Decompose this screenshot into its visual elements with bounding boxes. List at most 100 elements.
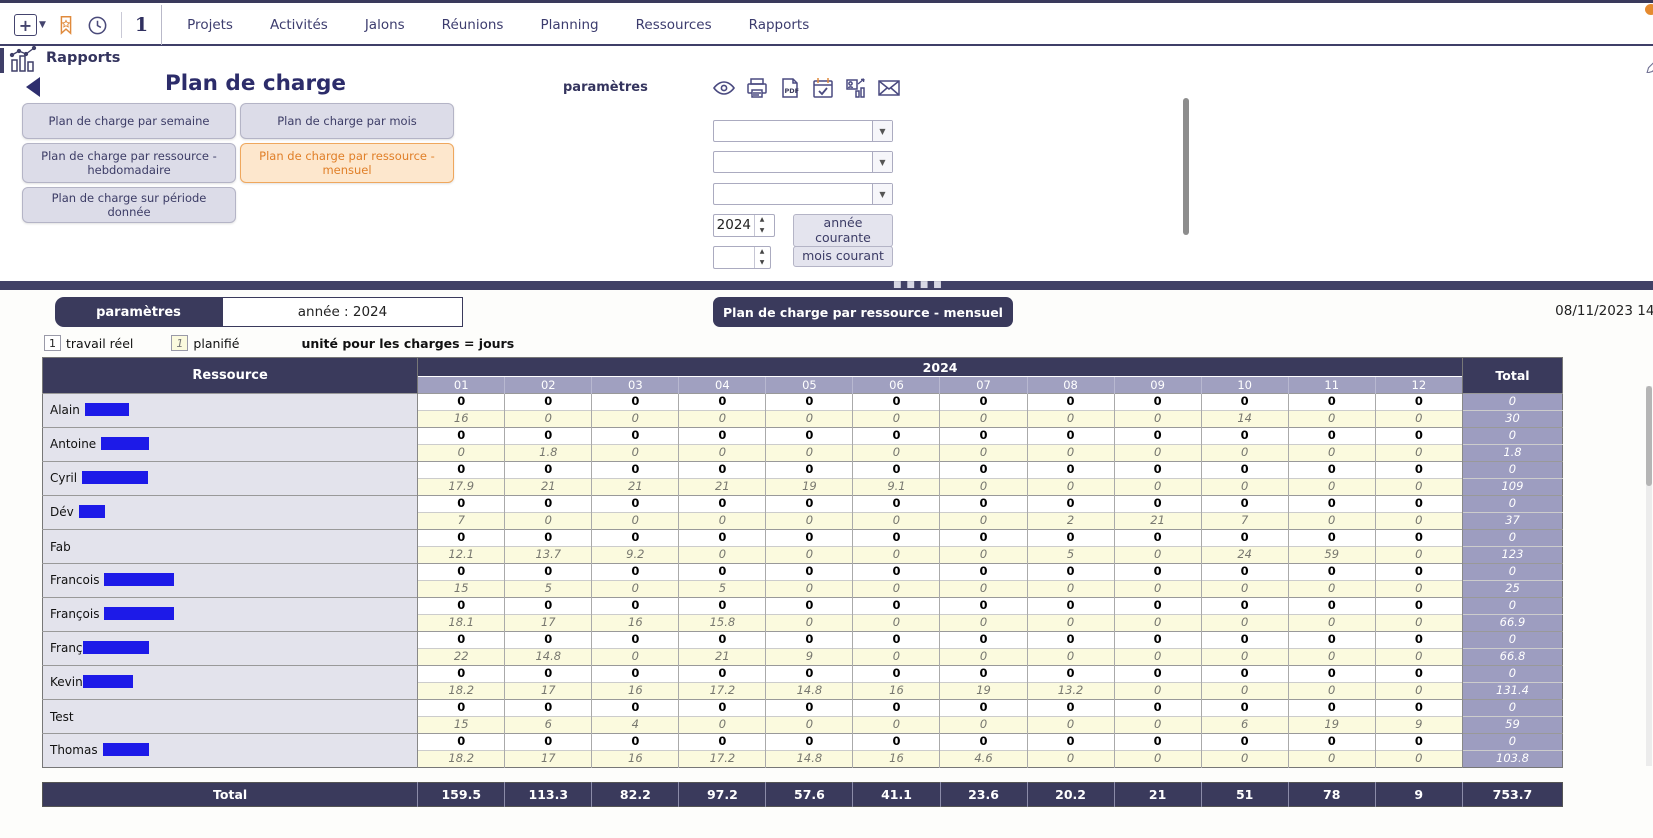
new-item-dropdown-caret[interactable]: ▼ (39, 20, 46, 30)
planned-value: 7 (1201, 513, 1288, 530)
real-value: 0 (505, 394, 592, 411)
grand-total: 753.7 (1462, 783, 1562, 807)
report-button-semaine[interactable]: Plan de charge par semaine (22, 103, 236, 139)
menu-item-projets[interactable]: Projets (175, 6, 245, 44)
month-header-07: 07 (940, 377, 1027, 394)
annee-step-up[interactable]: ▲ (755, 215, 769, 226)
legend: 1 travail réel 1 planifié unité pour les… (44, 334, 514, 352)
annee-input[interactable] (714, 215, 754, 236)
new-item-button[interactable]: + (14, 14, 37, 36)
planned-value: 0 (1114, 717, 1201, 734)
planned-total: 25 (1462, 581, 1562, 598)
real-value: 0 (940, 734, 1027, 751)
table-row-real: Dév0000000000000 (43, 496, 1563, 513)
preview-eye-icon[interactable] (712, 76, 736, 100)
result-scrollbar-thumb[interactable] (1646, 386, 1652, 486)
organisation-select[interactable]: ▼ (713, 151, 893, 173)
real-value: 0 (1114, 666, 1201, 683)
planned-value: 0 (1114, 581, 1201, 598)
planned-value: 0 (940, 615, 1027, 632)
real-total: 0 (1462, 700, 1562, 717)
pane-resize-divider[interactable]: ■ ■ ■ ■ (0, 281, 1653, 290)
annee-step-down[interactable]: ▼ (755, 225, 769, 236)
menu-item-rapports[interactable]: Rapports (737, 6, 822, 44)
real-value: 0 (1201, 462, 1288, 479)
real-value: 0 (940, 530, 1027, 547)
real-value: 0 (1375, 394, 1462, 411)
planned-total: 37 (1462, 513, 1562, 530)
equipe-select[interactable]: ▼ (713, 183, 893, 205)
report-export-icon[interactable] (844, 76, 868, 100)
monthly-total: 23.6 (940, 783, 1027, 807)
month-header-06: 06 (853, 377, 940, 394)
month-header-10: 10 (1201, 377, 1288, 394)
real-value: 0 (592, 462, 679, 479)
planned-value: 0 (766, 581, 853, 598)
planned-value: 4 (592, 717, 679, 734)
chevron-down-icon[interactable]: ▼ (872, 152, 892, 172)
pdf-export-icon[interactable]: PDF (778, 76, 802, 100)
real-value: 0 (505, 598, 592, 615)
resource-name: Test (43, 700, 418, 734)
planned-value: 4.6 (940, 751, 1027, 768)
planned-value: 0 (1375, 479, 1462, 496)
tab-parametres[interactable]: paramètres (55, 297, 222, 327)
real-value: 0 (1027, 632, 1114, 649)
result-scrollbar[interactable] (1646, 386, 1652, 766)
real-value: 0 (1375, 496, 1462, 513)
real-value: 0 (853, 564, 940, 581)
total-row-label: Total (43, 783, 418, 807)
planned-value: 0 (1201, 683, 1288, 700)
mois-step-up[interactable]: ▲ (755, 247, 769, 258)
print-icon[interactable] (745, 76, 769, 100)
mois-input[interactable] (714, 247, 754, 268)
legend-real-label: travail réel (66, 336, 133, 351)
drag-handle-dots[interactable]: ■ ■ ■ ■ (893, 283, 943, 288)
real-value: 0 (1375, 428, 1462, 445)
redacted-name (83, 675, 133, 688)
tab-annee[interactable]: année : 2024 (222, 297, 463, 327)
real-value: 0 (1027, 700, 1114, 717)
chevron-down-icon[interactable]: ▼ (872, 121, 892, 141)
report-button-ressource-mensuel[interactable]: Plan de charge par ressource - mensuel (240, 143, 454, 183)
real-value: 0 (418, 598, 505, 615)
bookmark-icon[interactable] (55, 14, 77, 36)
menu-item-ressources[interactable]: Ressources (624, 6, 724, 44)
real-value: 0 (1027, 394, 1114, 411)
real-total: 0 (1462, 564, 1562, 581)
redacted-name (82, 471, 148, 484)
report-button-mois[interactable]: Plan de charge par mois (240, 103, 454, 139)
ressource-select[interactable]: ▼ (713, 120, 893, 142)
vertical-scrollbar[interactable] (1183, 98, 1189, 235)
planned-value: 0 (766, 411, 853, 428)
real-value: 0 (1288, 428, 1375, 445)
month-header-02: 02 (505, 377, 592, 394)
history-clock-icon[interactable] (86, 14, 109, 37)
mois-courant-button[interactable]: mois courant (793, 246, 893, 267)
menu-item-jalons[interactable]: Jalons (353, 6, 417, 44)
menu-item-reunions[interactable]: Réunions (430, 6, 516, 44)
real-value: 0 (1201, 598, 1288, 615)
planned-value: 0 (853, 513, 940, 530)
annee-courante-button[interactable]: année courante (793, 214, 893, 247)
report-button-periode[interactable]: Plan de charge sur période donnée (22, 187, 236, 223)
email-icon[interactable] (877, 76, 901, 100)
planned-value: 0 (1375, 513, 1462, 530)
nav-counter: 1 (135, 14, 148, 36)
calendar-check-icon[interactable] (811, 76, 835, 100)
real-total: 0 (1462, 598, 1562, 615)
mois-step-down[interactable]: ▼ (755, 257, 769, 268)
planned-value: 0 (1288, 445, 1375, 462)
real-value: 0 (1288, 598, 1375, 615)
real-value: 0 (853, 530, 940, 547)
real-value: 0 (853, 700, 940, 717)
menu-item-activites[interactable]: Activités (258, 6, 340, 44)
menu-item-planning[interactable]: Planning (528, 6, 610, 44)
planned-value: 0 (1288, 411, 1375, 428)
chevron-down-icon[interactable]: ▼ (872, 184, 892, 204)
planned-total: 123 (1462, 547, 1562, 564)
planned-value: 6 (505, 717, 592, 734)
report-button-ressource-hebdo[interactable]: Plan de charge par ressource - hebdomada… (22, 143, 236, 183)
planned-value: 0 (592, 581, 679, 598)
back-arrow-button[interactable] (26, 77, 40, 97)
